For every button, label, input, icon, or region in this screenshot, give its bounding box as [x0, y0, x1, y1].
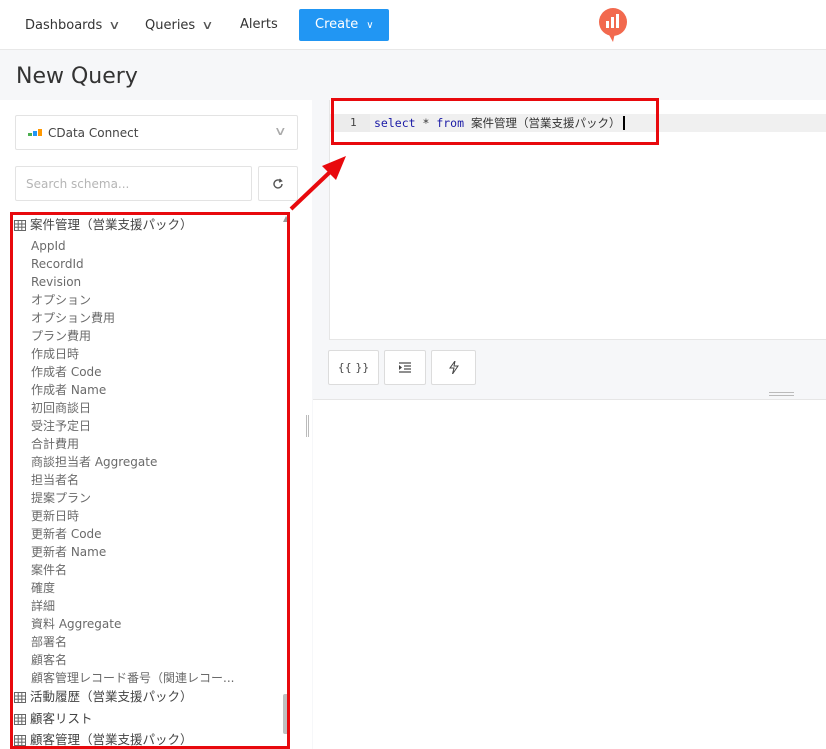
nav-dashboards[interactable]: Dashboards ∨ [25, 0, 121, 50]
autocomplete-toggle-button[interactable] [431, 350, 476, 385]
add-parameter-button[interactable]: {{ }} [328, 350, 379, 385]
nav-dashboards-label: Dashboards [25, 18, 103, 33]
datasource-label: CData Connect [48, 126, 139, 140]
create-button-label: Create [315, 17, 359, 32]
cdata-logo-icon [28, 129, 42, 136]
refresh-icon [273, 178, 283, 189]
chevron-down-icon: ∨ [274, 124, 288, 138]
add-parameter-label: {{ }} [337, 361, 370, 374]
nav-queries[interactable]: Queries ∨ [145, 0, 214, 50]
results-panel [313, 399, 826, 749]
chevron-down-icon: ∨ [366, 20, 374, 31]
redash-logo-icon[interactable] [596, 7, 630, 43]
chevron-down-icon: ∨ [201, 18, 214, 32]
chevron-down-icon: ∨ [108, 18, 121, 32]
editor-resize-handle[interactable] [769, 392, 794, 396]
page-title: New Query [16, 64, 138, 89]
panel-resize-handle[interactable] [306, 415, 309, 437]
indent-icon [399, 362, 411, 373]
lightning-icon [448, 361, 459, 374]
create-button[interactable]: Create ∨ [299, 9, 389, 41]
highlight-box-schema [10, 212, 290, 749]
nav-alerts[interactable]: Alerts [240, 0, 278, 50]
format-query-button[interactable] [384, 350, 426, 385]
highlight-box-editor [331, 98, 659, 145]
refresh-schema-button[interactable] [258, 166, 298, 201]
search-schema-input[interactable] [15, 166, 252, 201]
nav-alerts-label: Alerts [240, 17, 278, 32]
datasource-select[interactable]: CData Connect ∨ [15, 115, 298, 150]
nav-queries-label: Queries [145, 18, 196, 33]
top-navbar: Dashboards ∨ Queries ∨ Alerts Create ∨ [0, 0, 826, 50]
